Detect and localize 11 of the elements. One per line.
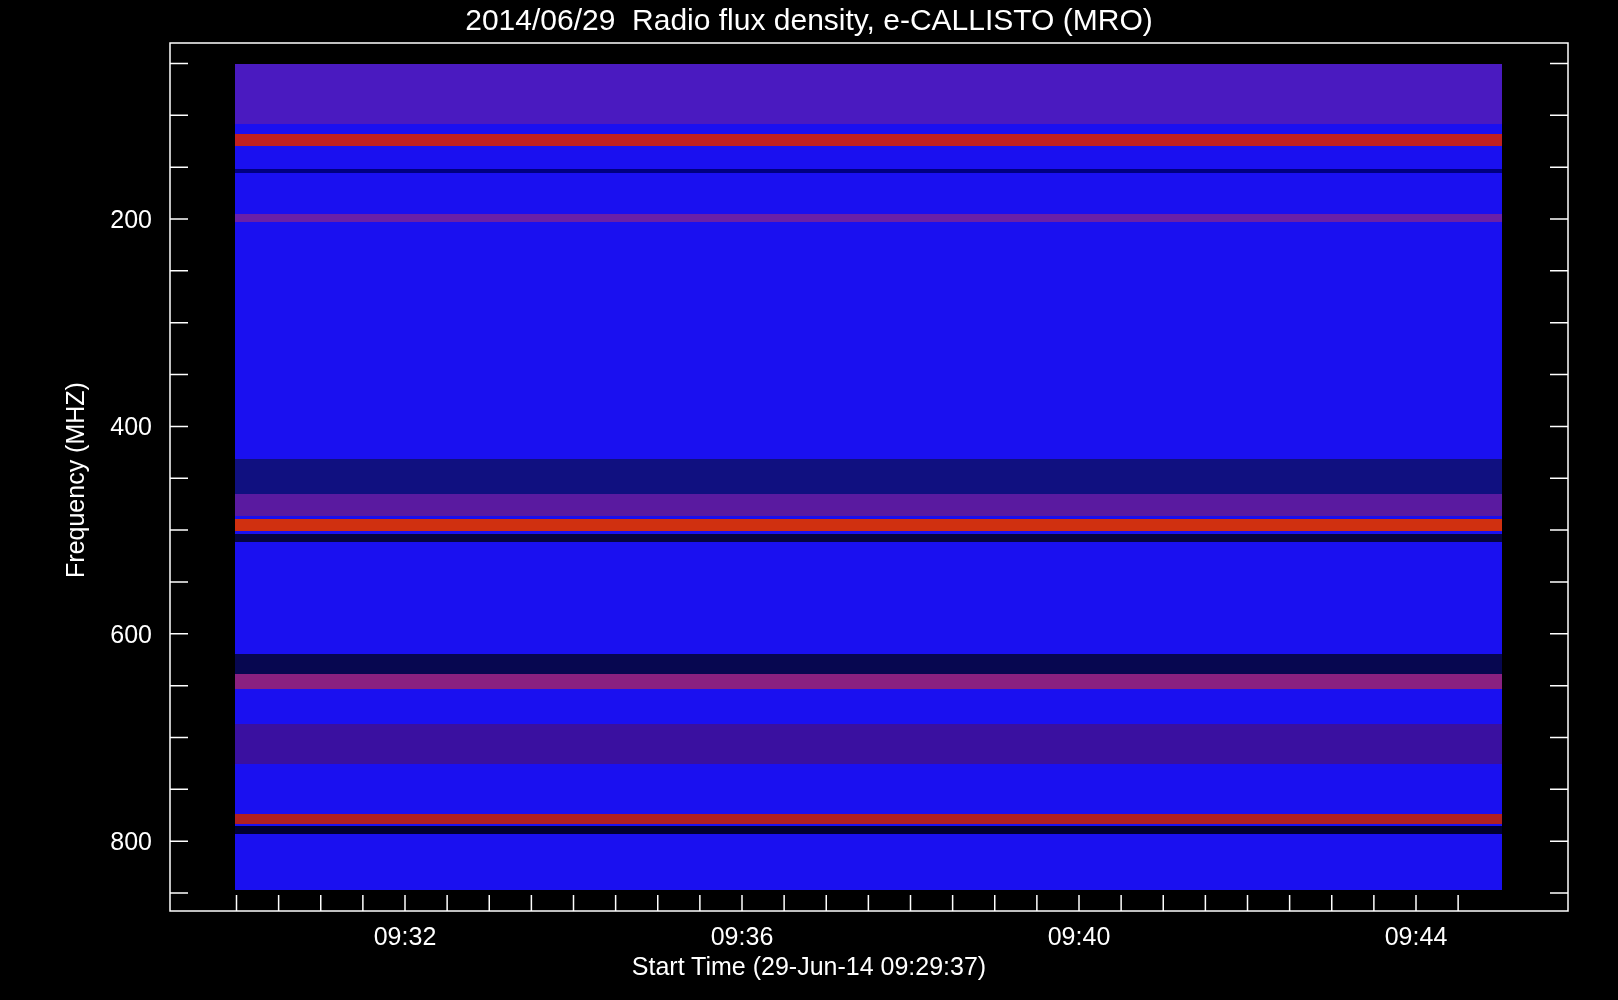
tick-label: 09:36 xyxy=(710,922,774,950)
tick-label: 09:40 xyxy=(1047,922,1111,950)
tick-label: 200 xyxy=(110,205,152,233)
tick-label: 400 xyxy=(110,412,152,441)
axis-title: Start Time (29-Jun-14 09:29:37) xyxy=(631,952,987,980)
chart-title: 2014/06/29 Radio flux density, e-CALLISTO (MRO) xyxy=(465,3,1153,36)
tick-label: 600 xyxy=(110,619,152,648)
tick-label: 09:44 xyxy=(1384,922,1448,950)
tick-label: 09:32 xyxy=(373,922,437,950)
tick-label: 800 xyxy=(110,827,152,856)
axis-title: Frequency (MHZ) xyxy=(61,382,89,578)
